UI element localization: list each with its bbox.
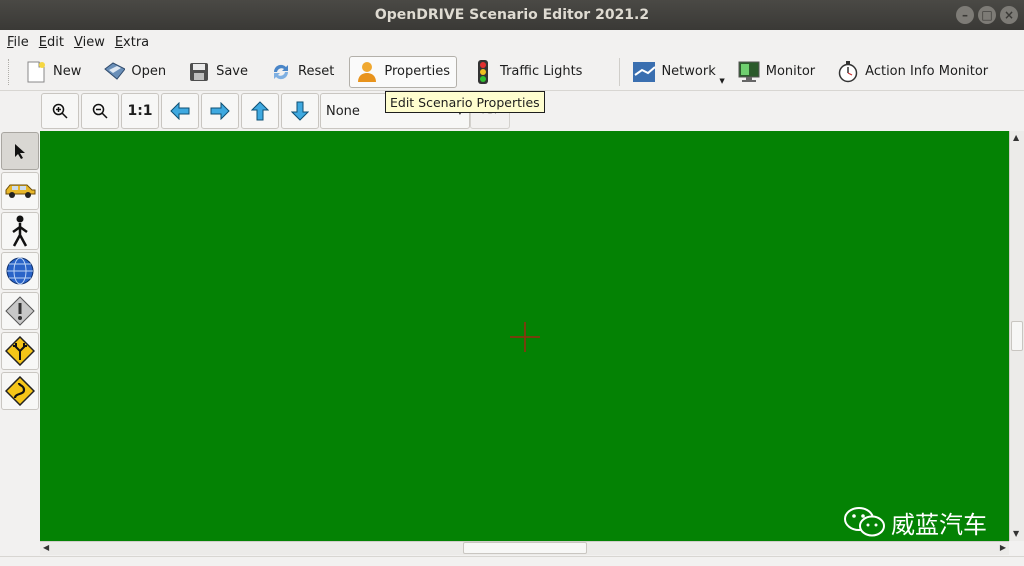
- curve-tool-button[interactable]: [1, 372, 39, 410]
- title-bar: OpenDRIVE Scenario Editor 2021.2 – □ ×: [0, 0, 1024, 30]
- new-button[interactable]: New: [18, 56, 88, 88]
- monitor-icon: [738, 61, 760, 83]
- person-icon: [356, 61, 378, 83]
- pan-left-button[interactable]: [161, 93, 199, 129]
- pedestrian-tool-button[interactable]: [1, 212, 39, 250]
- arrow-up-icon: [251, 101, 269, 121]
- warning-sign-icon: [5, 296, 35, 326]
- vertical-scroll-thumb[interactable]: [1011, 321, 1023, 351]
- traffic-lights-button[interactable]: Traffic Lights: [465, 56, 589, 88]
- new-document-icon: [25, 61, 47, 83]
- watermark: 威蓝汽车: [843, 504, 987, 540]
- horizontal-scrollbar[interactable]: ◀ ▶: [40, 541, 1009, 555]
- maximize-button[interactable]: □: [978, 6, 996, 24]
- select-tool-button[interactable]: [1, 132, 39, 170]
- toolbar-grip[interactable]: [8, 58, 12, 85]
- arrow-right-icon: [210, 102, 230, 120]
- scroll-down-icon[interactable]: ▼: [1013, 529, 1019, 539]
- tooltip: Edit Scenario Properties: [385, 91, 545, 113]
- open-button[interactable]: Open: [96, 56, 173, 88]
- menu-view[interactable]: View: [69, 35, 110, 50]
- vehicle-tool-button[interactable]: [1, 172, 39, 210]
- action-info-monitor-button[interactable]: Action Info Monitor: [830, 56, 995, 88]
- menu-extra[interactable]: Extra: [110, 35, 154, 50]
- status-bar: [0, 556, 1024, 566]
- toolbar-separator: [619, 57, 621, 86]
- scroll-left-icon[interactable]: ◀: [43, 543, 49, 553]
- crosshair-icon: [510, 322, 540, 352]
- monitor-button[interactable]: Monitor: [731, 56, 822, 88]
- network-button[interactable]: Network ▼: [626, 56, 725, 88]
- wechat-icon: [844, 507, 885, 537]
- stopwatch-icon: [837, 60, 859, 83]
- curve-sign-icon: [5, 376, 35, 406]
- minimize-button[interactable]: –: [956, 6, 974, 24]
- zoom-out-icon: [92, 103, 108, 119]
- globe-icon: [6, 257, 34, 285]
- scroll-right-icon[interactable]: ▶: [1000, 543, 1006, 553]
- save-button[interactable]: Save: [181, 56, 255, 88]
- window-title: OpenDRIVE Scenario Editor 2021.2: [374, 7, 650, 23]
- open-folder-icon: [103, 61, 126, 83]
- car-icon: [5, 184, 36, 198]
- scroll-up-icon[interactable]: ▲: [1013, 133, 1019, 143]
- network-icon: [633, 61, 656, 83]
- main-toolbar: New Open Save Reset Properties Traffic L…: [0, 53, 1024, 91]
- reset-button[interactable]: Reset: [263, 56, 341, 88]
- pan-down-button[interactable]: [281, 93, 319, 129]
- refresh-icon: [270, 61, 292, 83]
- zoom-out-button[interactable]: [81, 93, 119, 129]
- arrow-down-icon: [291, 101, 309, 121]
- close-button[interactable]: ×: [1000, 6, 1018, 24]
- pan-up-button[interactable]: [241, 93, 279, 129]
- menu-edit[interactable]: Edit: [34, 35, 69, 50]
- zoom-in-icon: [52, 103, 68, 119]
- menu-bar: File Edit View Extra: [0, 32, 154, 52]
- zoom-in-button[interactable]: [41, 93, 79, 129]
- properties-button[interactable]: Properties: [349, 55, 458, 88]
- dropdown-arrow-icon: ▼: [719, 76, 725, 85]
- horizontal-scroll-thumb[interactable]: [463, 542, 587, 554]
- pedestrian-icon: [12, 215, 28, 247]
- environment-tool-button[interactable]: [1, 252, 39, 290]
- watermark-text: 威蓝汽车: [891, 510, 987, 539]
- pan-right-button[interactable]: [201, 93, 239, 129]
- tool-sidebar: [0, 131, 40, 541]
- save-disk-icon: [188, 61, 210, 83]
- menu-file[interactable]: File: [2, 35, 34, 50]
- zoom-one-to-one-button[interactable]: 1:1: [121, 93, 159, 129]
- vertical-scrollbar[interactable]: ▲ ▼: [1009, 131, 1024, 541]
- junction-tool-button[interactable]: [1, 332, 39, 370]
- traffic-light-icon: [472, 59, 494, 84]
- pointer-icon: [15, 144, 25, 159]
- scenario-canvas[interactable]: 威蓝汽车: [40, 131, 1009, 541]
- junction-sign-icon: [5, 336, 35, 366]
- arrow-left-icon: [170, 102, 190, 120]
- warning-tool-button[interactable]: [1, 292, 39, 330]
